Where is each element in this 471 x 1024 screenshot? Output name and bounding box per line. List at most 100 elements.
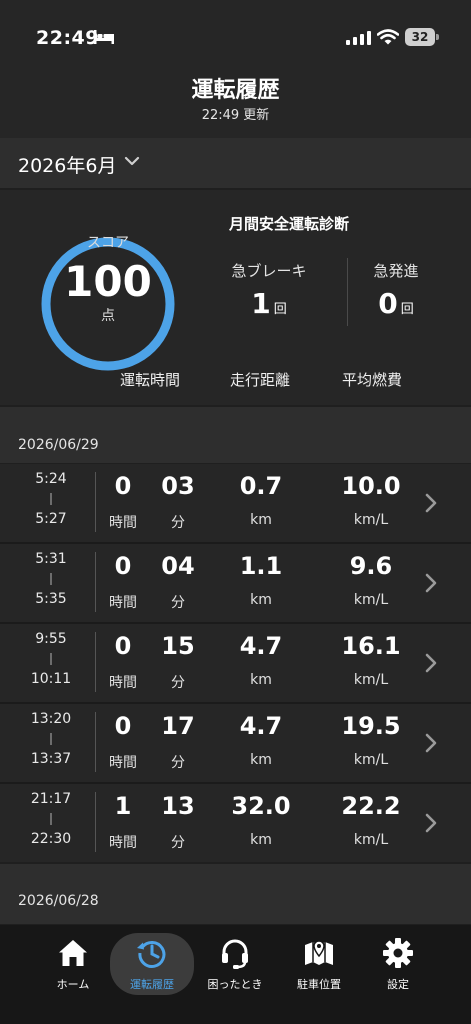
trip-start-time: 9:55 (35, 631, 67, 647)
time-range-line (50, 813, 52, 825)
minutes-unit: 分 (171, 675, 185, 691)
trip-hours: 0 (114, 632, 132, 660)
tab-driving-time[interactable]: 運転時間 (104, 369, 196, 390)
distance-unit: km (250, 592, 272, 608)
nav-label: 運転履歴 (130, 978, 174, 991)
efficiency-unit: km/L (353, 832, 389, 848)
chevron-down-icon (124, 156, 140, 166)
hours-unit: 時間 (109, 675, 137, 691)
nav-label: 駐車位置 (297, 978, 341, 991)
page-header: 運転履歴 22:49 更新 (0, 60, 471, 138)
minutes-unit: 分 (171, 515, 185, 531)
efficiency-unit: km/L (353, 512, 389, 528)
trip-row[interactable]: 9:55 10:11 0 時間 15 分 4.7 km 16.1 km/L (0, 624, 471, 702)
battery-level: 32 (405, 28, 435, 46)
trip-distance: 4.7 (239, 712, 283, 740)
map-icon (305, 940, 333, 965)
trip-row[interactable]: 5:24 5:27 0 時間 03 分 0.7 km 10.0 km/L (0, 464, 471, 542)
distance-unit: km (250, 752, 272, 768)
trip-start-time: 5:31 (35, 551, 67, 567)
nav-label: 困ったとき (207, 978, 263, 991)
trip-start-time: 5:24 (35, 471, 67, 487)
date-header: 2026/06/28 (0, 864, 471, 924)
efficiency-unit: km/L (353, 592, 389, 608)
trip-fuel-efficiency: 16.1 (341, 632, 401, 660)
date-label: 2026/06/28 (18, 893, 99, 909)
time-range-line (50, 653, 52, 665)
trip-hours: 0 (114, 552, 132, 580)
nav-label: ホーム (56, 978, 90, 991)
hours-unit: 時間 (109, 595, 137, 611)
nav-settings[interactable]: 設定 (356, 933, 440, 995)
hours-unit: 時間 (109, 755, 137, 771)
hard-start-value: 0 (378, 287, 398, 320)
hours-unit: 時間 (109, 835, 137, 851)
trip-row[interactable]: 21:17 22:30 1 時間 13 分 32.0 km 22.2 km/L (0, 784, 471, 862)
trip-end-time: 10:11 (30, 671, 72, 687)
nav-history[interactable]: 運転履歴 (110, 933, 194, 995)
hard-brake-label: 急ブレーキ (231, 262, 307, 280)
trip-distance: 1.1 (239, 552, 283, 580)
hard-start-metric: 0回 (348, 287, 444, 320)
date-header: 2026/06/29 (0, 407, 471, 463)
battery-tip (436, 34, 439, 40)
hard-start-unit: 回 (400, 302, 414, 317)
row-divider (95, 472, 96, 532)
trip-hours: 0 (114, 712, 132, 740)
trip-minutes: 03 (161, 472, 195, 500)
nav-home[interactable]: ホーム (31, 933, 115, 995)
minutes-unit: 分 (171, 595, 185, 611)
trip-hours: 0 (114, 472, 132, 500)
chevron-right-icon (425, 493, 437, 513)
trip-start-time: 13:20 (30, 711, 72, 727)
distance-unit: km (250, 512, 272, 528)
nav-label: 設定 (387, 978, 409, 991)
trip-fuel-efficiency: 19.5 (341, 712, 401, 740)
distance-unit: km (250, 672, 272, 688)
trip-distance: 32.0 (231, 792, 291, 820)
score-value: 100 (64, 257, 152, 306)
page-title: 運転履歴 (191, 78, 280, 103)
status-bar: 22:49 32 (0, 0, 471, 60)
trip-start-time: 21:17 (30, 791, 72, 807)
trip-minutes: 17 (161, 712, 195, 740)
monthly-summary: スコア 100 点 月間安全運転診断 急ブレーキ 1回 急発進 0回 運転時間 … (0, 190, 471, 405)
status-time: 22:49 (36, 27, 99, 49)
wifi-icon (377, 29, 399, 45)
trip-row[interactable]: 13:20 13:37 0 時間 17 分 4.7 km 19.5 km/L (0, 704, 471, 782)
gear-icon (383, 938, 413, 968)
chevron-right-icon (425, 733, 437, 753)
score-caption: スコア (87, 235, 129, 251)
cellular-signal-icon (346, 31, 371, 45)
time-range-line (50, 733, 52, 745)
hard-brake-value: 1 (251, 287, 271, 320)
efficiency-unit: km/L (353, 672, 389, 688)
row-divider (95, 632, 96, 692)
trip-end-time: 13:37 (30, 751, 72, 767)
nav-parking[interactable]: 駐車位置 (277, 933, 361, 995)
tab-distance[interactable]: 走行距離 (214, 369, 306, 390)
month-selector[interactable]: 2026年6月 (0, 138, 471, 188)
date-label: 2026/06/29 (18, 437, 99, 453)
trip-end-time: 5:27 (35, 511, 67, 527)
tab-fuel-efficiency[interactable]: 平均燃費 (326, 369, 418, 390)
bottom-navigation: ホーム 運転履歴 困ったとき 駐車位置 設定 (0, 925, 471, 1024)
time-range-line (50, 573, 52, 585)
distance-unit: km (250, 832, 272, 848)
nav-help[interactable]: 困ったとき (193, 933, 277, 995)
efficiency-unit: km/L (353, 752, 389, 768)
chevron-right-icon (425, 653, 437, 673)
trip-fuel-efficiency: 10.0 (341, 472, 401, 500)
row-divider (95, 712, 96, 772)
trip-hours: 1 (114, 792, 132, 820)
row-divider (95, 552, 96, 612)
row-divider (95, 792, 96, 852)
minutes-unit: 分 (171, 755, 185, 771)
hours-unit: 時間 (109, 515, 137, 531)
trip-fuel-efficiency: 22.2 (341, 792, 401, 820)
trip-row[interactable]: 5:31 5:35 0 時間 04 分 1.1 km 9.6 km/L (0, 544, 471, 622)
summary-title: 月間安全運転診断 (229, 215, 350, 233)
hard-brake-unit: 回 (273, 302, 287, 317)
history-icon (137, 940, 166, 968)
time-range-line (50, 493, 52, 505)
